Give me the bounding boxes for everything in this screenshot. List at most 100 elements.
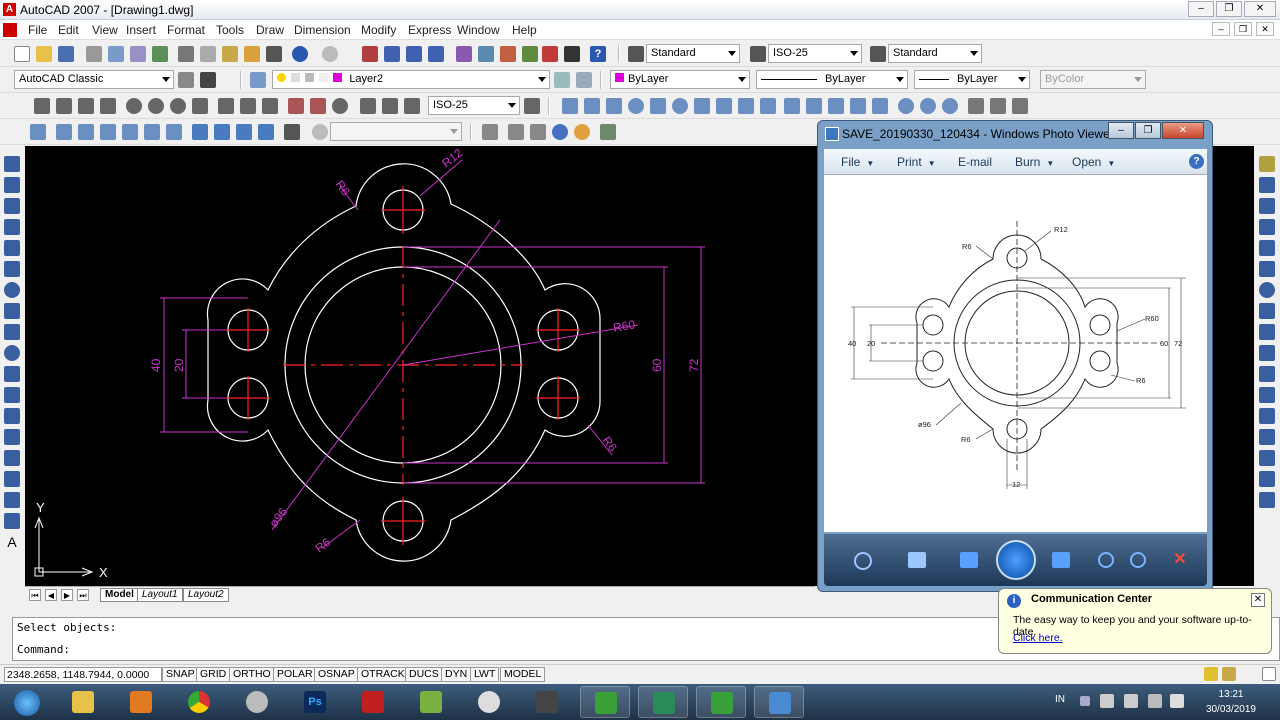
gradient-icon[interactable] bbox=[4, 471, 20, 487]
maximize-button[interactable]: ❐ bbox=[1216, 1, 1242, 17]
menu-tools[interactable]: Tools bbox=[216, 23, 244, 37]
pv-menu-print[interactable]: Print ▼ bbox=[897, 155, 936, 169]
spline-icon[interactable] bbox=[4, 324, 20, 340]
3d-box-icon[interactable] bbox=[562, 98, 578, 114]
sphere-icon[interactable] bbox=[628, 98, 644, 114]
menu-window[interactable]: Window bbox=[457, 23, 500, 37]
color-select[interactable]: ByLayer bbox=[610, 70, 750, 89]
union-icon[interactable] bbox=[898, 98, 914, 114]
doc-close-button[interactable]: ✕ bbox=[1256, 22, 1274, 36]
taskbar-photo-viewer[interactable] bbox=[754, 686, 804, 718]
array-icon[interactable] bbox=[1259, 240, 1275, 256]
delete-icon[interactable]: ✕ bbox=[1172, 552, 1188, 568]
wedge-icon[interactable] bbox=[584, 98, 600, 114]
ellipse-icon[interactable] bbox=[4, 345, 20, 361]
publish-icon[interactable] bbox=[130, 46, 146, 62]
zoom-window-icon[interactable] bbox=[406, 46, 422, 62]
notification-link[interactable]: Click here. bbox=[1013, 632, 1063, 644]
presspull-icon[interactable] bbox=[828, 98, 844, 114]
tool-palettes-icon[interactable] bbox=[500, 46, 516, 62]
revolve-icon[interactable] bbox=[738, 98, 754, 114]
ortho-toggle[interactable]: ORTHO bbox=[229, 667, 275, 682]
intersect-icon[interactable] bbox=[942, 98, 958, 114]
rotate-ccw-icon[interactable] bbox=[1098, 552, 1114, 568]
input-language[interactable]: IN bbox=[1055, 694, 1065, 705]
taskbar-chrome[interactable] bbox=[174, 686, 224, 718]
sweep-icon[interactable] bbox=[784, 98, 800, 114]
cylinder-icon[interactable] bbox=[650, 98, 666, 114]
prev-tab-button[interactable]: ◀ bbox=[45, 589, 57, 601]
line-icon[interactable] bbox=[4, 156, 20, 172]
taskbar-settings-app[interactable] bbox=[464, 686, 514, 718]
free-orbit-icon[interactable] bbox=[990, 98, 1006, 114]
slideshow-icon[interactable] bbox=[996, 540, 1036, 580]
print-preview-icon[interactable] bbox=[108, 46, 124, 62]
menu-help[interactable]: Help bbox=[512, 23, 537, 37]
volume-icon[interactable] bbox=[1170, 694, 1184, 708]
sheet-set-icon[interactable] bbox=[522, 46, 538, 62]
zoom-previous-icon[interactable] bbox=[428, 46, 444, 62]
system-clock[interactable]: 13:21 30/03/2019 bbox=[1206, 687, 1256, 717]
pv-menu-open[interactable]: Open ▼ bbox=[1072, 155, 1115, 169]
extend-icon[interactable] bbox=[1259, 366, 1275, 382]
named-views-icon[interactable] bbox=[30, 124, 46, 140]
wireframe-icon[interactable] bbox=[508, 124, 524, 140]
taskbar-autocad-pinned[interactable] bbox=[348, 686, 398, 718]
taskbar-green-app[interactable] bbox=[406, 686, 456, 718]
hide-icon[interactable] bbox=[482, 124, 498, 140]
loft-icon[interactable] bbox=[806, 98, 822, 114]
polygon-icon[interactable] bbox=[4, 219, 20, 235]
warning-icon[interactable] bbox=[1204, 667, 1218, 681]
workspace-settings-icon[interactable] bbox=[178, 72, 194, 88]
taskbar-photoshop[interactable]: Ps bbox=[290, 686, 340, 718]
quick-leader-icon[interactable] bbox=[288, 98, 304, 114]
last-tab-button[interactable]: ⏭ bbox=[77, 589, 89, 601]
taskbar-media-player[interactable] bbox=[116, 686, 166, 718]
planar-surface-icon[interactable] bbox=[760, 98, 776, 114]
tolerance-icon[interactable] bbox=[310, 98, 326, 114]
helix-icon[interactable] bbox=[850, 98, 866, 114]
dimension-style-icon[interactable] bbox=[524, 98, 540, 114]
copy-icon[interactable] bbox=[200, 46, 216, 62]
linetype-select[interactable]: ByLayer bbox=[756, 70, 908, 89]
network-icon[interactable] bbox=[1148, 694, 1162, 708]
osnap-toggle[interactable]: OSNAP bbox=[314, 667, 359, 682]
front-view-icon[interactable] bbox=[144, 124, 160, 140]
ne-iso-icon[interactable] bbox=[236, 124, 252, 140]
taskbar-explorer[interactable] bbox=[58, 686, 108, 718]
pv-menu-file[interactable]: File ▼ bbox=[841, 155, 874, 169]
arc-length-icon[interactable] bbox=[78, 98, 94, 114]
menu-file[interactable]: File bbox=[28, 23, 47, 37]
visual-style-icon[interactable] bbox=[530, 124, 546, 140]
orbit-icon[interactable] bbox=[968, 98, 984, 114]
torus-icon[interactable] bbox=[672, 98, 688, 114]
left-view-icon[interactable] bbox=[100, 124, 116, 140]
paste-icon[interactable] bbox=[222, 46, 238, 62]
fillet-icon[interactable] bbox=[1259, 471, 1275, 487]
lock-icon[interactable] bbox=[1222, 667, 1236, 681]
model-toggle[interactable]: MODEL bbox=[500, 667, 546, 682]
bottom-view-icon[interactable] bbox=[78, 124, 94, 140]
taskbar-film-app[interactable] bbox=[522, 686, 572, 718]
move-icon[interactable] bbox=[1259, 261, 1275, 277]
insert-block-icon[interactable] bbox=[4, 387, 20, 403]
grid-toggle[interactable]: GRID bbox=[196, 667, 231, 682]
dim-edit-icon[interactable] bbox=[360, 98, 376, 114]
menu-view[interactable]: View bbox=[92, 23, 118, 37]
pv-minimize-button[interactable]: – bbox=[1108, 122, 1134, 139]
ellipse-arc-icon[interactable] bbox=[4, 366, 20, 382]
taskbar-camtasia-2[interactable] bbox=[696, 686, 746, 718]
tray-arrow-icon[interactable] bbox=[1080, 696, 1090, 706]
center-mark-icon[interactable] bbox=[332, 98, 348, 114]
polyline-icon[interactable] bbox=[4, 198, 20, 214]
explode-icon[interactable] bbox=[1259, 492, 1275, 508]
jogged-dim-icon[interactable] bbox=[148, 98, 164, 114]
offset-icon[interactable] bbox=[1259, 219, 1275, 235]
menu-dimension[interactable]: Dimension bbox=[294, 23, 351, 37]
new-icon[interactable] bbox=[14, 46, 30, 62]
rectangle-icon[interactable] bbox=[4, 240, 20, 256]
next-tab-button[interactable]: ▶ bbox=[61, 589, 73, 601]
otrack-toggle[interactable]: OTRACK bbox=[357, 667, 409, 682]
top-view-icon[interactable] bbox=[56, 124, 72, 140]
redo-icon[interactable] bbox=[322, 46, 338, 62]
